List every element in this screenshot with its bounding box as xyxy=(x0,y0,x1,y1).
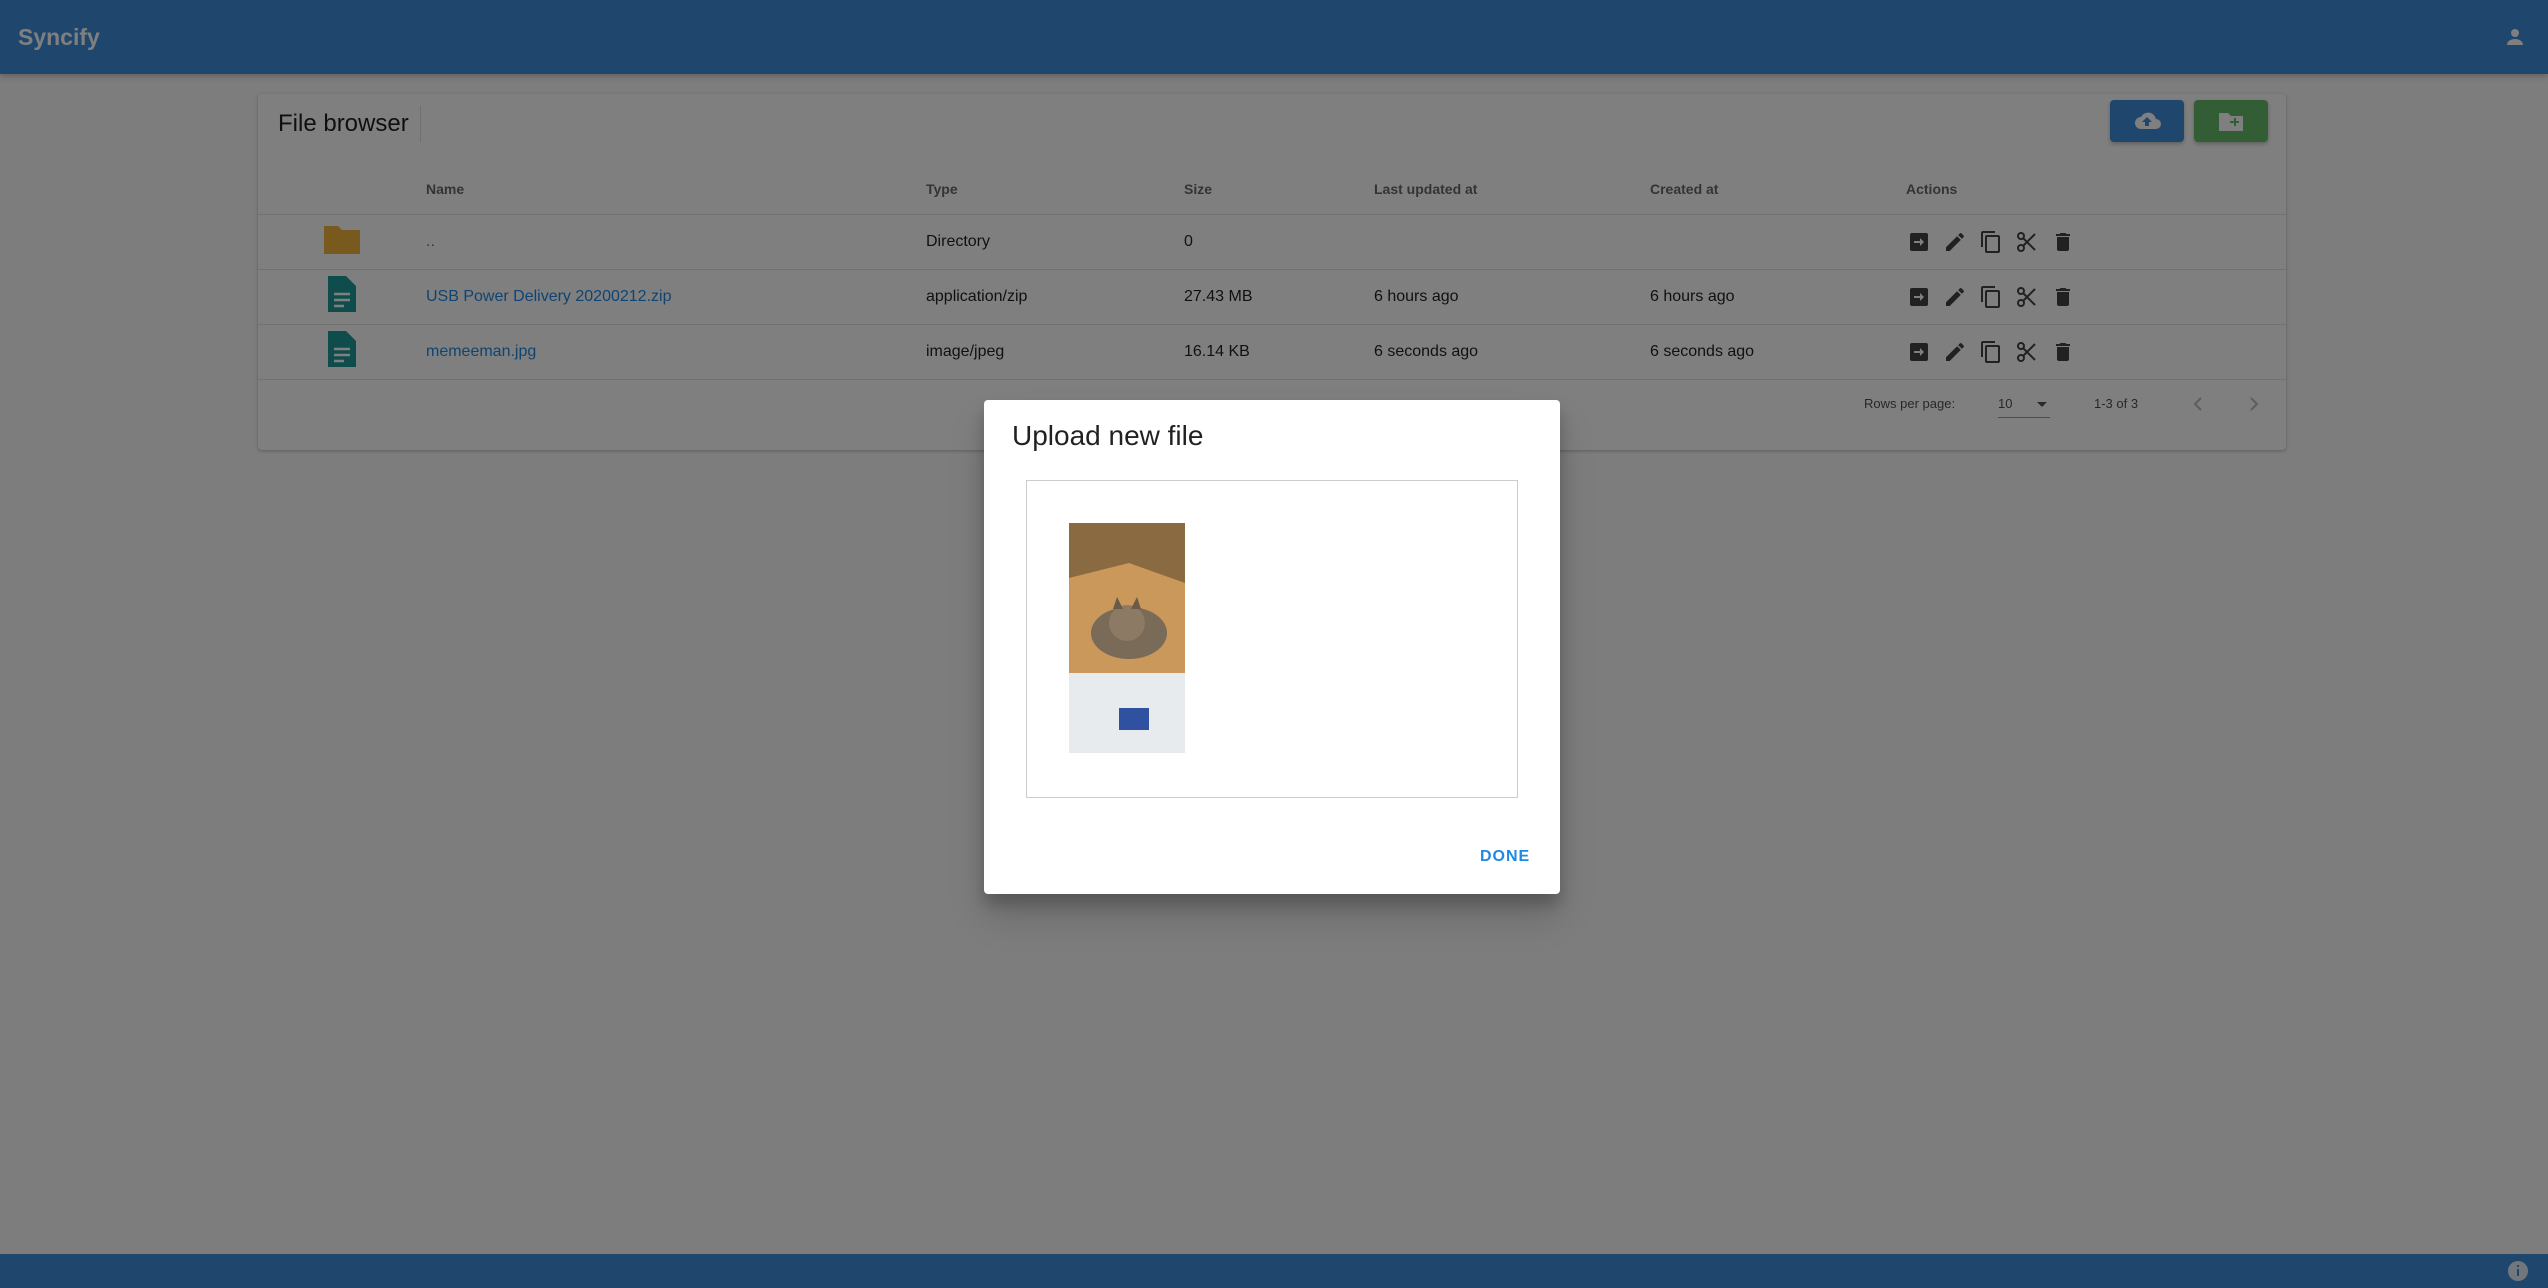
done-button[interactable]: DONE xyxy=(1480,848,1530,866)
upload-dropzone[interactable] xyxy=(1026,480,1518,798)
upload-dialog: Upload new file DONE xyxy=(984,400,1560,894)
dialog-title: Upload new file xyxy=(1012,420,1204,451)
image-preview-thumbnail xyxy=(1069,523,1185,753)
